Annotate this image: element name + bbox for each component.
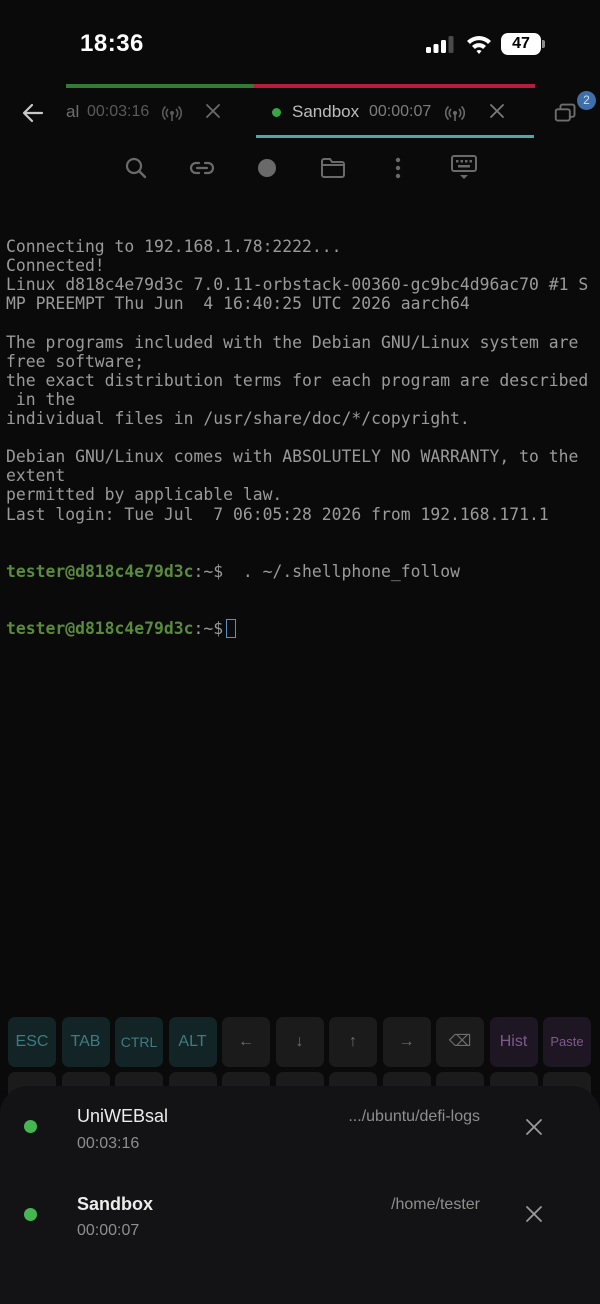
terminal-line: Connected!	[6, 256, 105, 276]
tab-label: al	[66, 102, 80, 121]
key-esc[interactable]: ESC	[8, 1017, 56, 1067]
sessions-sheet: UniWEBsal .../ubuntu/defi-logs 00:03:16 …	[0, 1086, 600, 1304]
tab-uniwebsal[interactable]: al 00:03:16	[60, 90, 230, 136]
key-alt[interactable]: ALT	[168, 1017, 217, 1067]
key-paste[interactable]: Paste	[543, 1017, 591, 1067]
progress-segment	[66, 84, 254, 88]
search-icon[interactable]	[122, 154, 150, 182]
session-path: .../ubuntu/defi-logs	[348, 1108, 480, 1125]
status-dot	[24, 1120, 37, 1133]
sessions-count-badge: 2	[577, 91, 596, 110]
extra-keys-row: ESC TAB CTRL ALT ← ↓ ↑ → ⌫ Hist Paste	[8, 1017, 594, 1067]
session-item-uniwebsal[interactable]: UniWEBsal .../ubuntu/defi-logs 00:03:16	[0, 1100, 600, 1170]
more-vertical-icon[interactable]	[384, 154, 412, 182]
battery-level: 47	[512, 35, 530, 52]
session-time: 00:03:16	[77, 1135, 140, 1152]
close-icon[interactable]	[524, 1117, 544, 1137]
terminal-line: free software;	[6, 351, 145, 371]
terminal-line: The programs included with the Debian GN…	[6, 332, 579, 352]
key-down-arrow[interactable]: ↓	[275, 1017, 324, 1067]
tab-label: Sandbox	[292, 102, 360, 121]
folder-icon[interactable]	[319, 154, 347, 182]
session-item-sandbox[interactable]: Sandbox /home/tester 00:00:07	[0, 1187, 600, 1257]
keyboard-icon[interactable]	[449, 152, 479, 182]
tab-sandbox[interactable]: Sandbox 00:00:07	[256, 90, 534, 138]
link-icon[interactable]	[188, 154, 216, 182]
session-time: 00:00:07	[77, 1222, 140, 1239]
active-tab-indicator	[256, 135, 534, 138]
terminal-line: Last login: Tue Jul 7 06:05:28 2026 from…	[6, 504, 549, 524]
status-dot	[272, 108, 281, 117]
session-name: Sandbox	[77, 1194, 154, 1214]
terminal-line: Connecting to 192.168.1.78:2222...	[6, 237, 342, 257]
terminal-line: extent	[6, 466, 66, 486]
back-arrow-icon[interactable]	[18, 98, 48, 128]
session-path: /home/tester	[391, 1196, 480, 1213]
record-icon[interactable]	[253, 154, 281, 182]
signal-icon	[426, 36, 454, 53]
wifi-icon	[467, 36, 491, 54]
prompt-suffix: :~$	[193, 561, 224, 581]
terminal-line: individual files in /usr/share/doc/*/cop…	[6, 409, 470, 429]
terminal-line: in the	[6, 389, 76, 409]
terminal-line: Debian GNU/Linux comes with ABSOLUTELY N…	[6, 447, 579, 467]
terminal-line: MP PREEMPT Thu Jun 4 16:40:25 UTC 2026 a…	[6, 294, 470, 314]
terminal-line: Linux d818c4e79d3c 7.0.11-orbstack-00360…	[6, 275, 589, 295]
progress-segment	[253, 84, 535, 88]
close-icon[interactable]	[488, 102, 506, 120]
key-up-arrow[interactable]: ↑	[329, 1017, 377, 1067]
prompt-suffix: :~$	[193, 619, 224, 639]
status-dot	[24, 1208, 37, 1221]
prompt-user: tester@d818c4e79d3c	[6, 619, 194, 639]
key-tab[interactable]: TAB	[61, 1017, 110, 1067]
tab-bar: al 00:03:16 Sandbox 00:00:07 2	[0, 90, 600, 140]
key-left-arrow[interactable]: ←	[222, 1017, 270, 1067]
tab-time: 00:03:16	[87, 103, 150, 120]
terminal-line: the exact distribution terms for each pr…	[6, 370, 589, 390]
close-icon[interactable]	[204, 102, 222, 120]
tab-time: 00:00:07	[369, 103, 432, 120]
sessions-button[interactable]: 2	[552, 90, 596, 130]
broadcast-icon	[445, 105, 465, 121]
status-bar: 18:36 47	[0, 0, 600, 80]
key-history[interactable]: Hist	[489, 1017, 538, 1067]
prompt-user: tester@d818c4e79d3c	[6, 561, 194, 581]
session-name: UniWEBsal	[77, 1106, 169, 1126]
status-time: 18:36	[80, 30, 144, 57]
terminal-cursor	[226, 619, 237, 639]
terminal-lines: Connecting to 192.168.1.78:2222... Connec…	[6, 237, 596, 523]
battery-icon: 47	[501, 33, 545, 55]
prompt-line: tester@d818c4e79d3c:~$ . ~/.shellphone_f…	[6, 562, 596, 581]
prompt-line: tester@d818c4e79d3c:~$	[6, 619, 596, 639]
terminal-output[interactable]: Connecting to 192.168.1.78:2222... Connec…	[6, 199, 596, 657]
key-backspace[interactable]: ⌫	[436, 1017, 484, 1067]
command-text: . ~/.shellphone_follow	[223, 561, 460, 581]
terminal-toolbar	[0, 150, 600, 186]
terminal-line: permitted by applicable law.	[6, 485, 283, 505]
key-ctrl[interactable]: CTRL	[115, 1017, 163, 1067]
close-icon[interactable]	[524, 1204, 544, 1224]
broadcast-icon	[162, 105, 182, 121]
session-progress	[66, 84, 535, 88]
key-right-arrow[interactable]: →	[382, 1017, 431, 1067]
